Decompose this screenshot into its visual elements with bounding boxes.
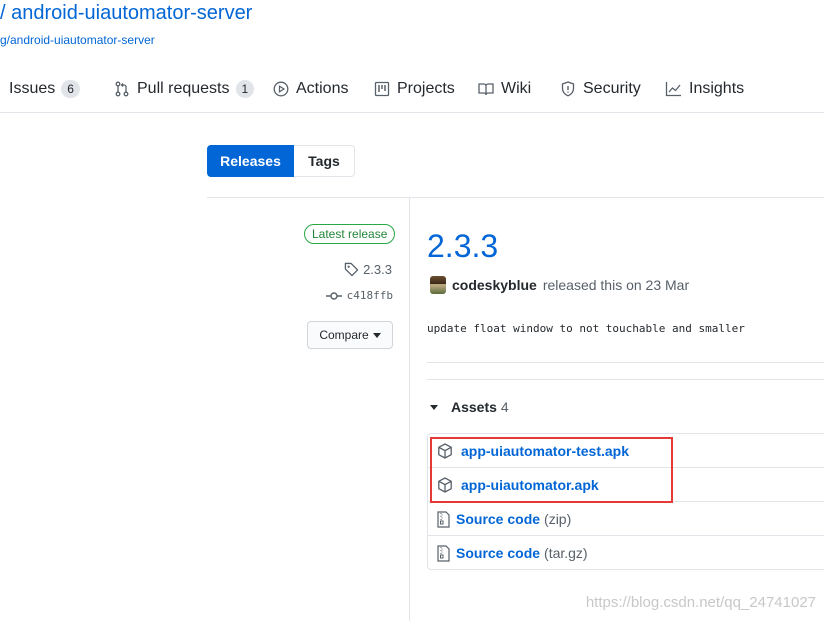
tab-pull-requests-label: Pull requests bbox=[137, 80, 230, 97]
git-pull-request-icon bbox=[115, 81, 129, 97]
source-code-link[interactable]: Source code bbox=[456, 511, 540, 527]
tag-icon bbox=[344, 262, 359, 277]
triangle-down-icon bbox=[372, 332, 381, 338]
release-divider-2 bbox=[427, 379, 824, 380]
tab-issues[interactable]: Issues 6 bbox=[0, 78, 80, 100]
graph-icon bbox=[665, 82, 681, 97]
nav-divider bbox=[0, 112, 824, 113]
list-item[interactable]: Source code (zip) bbox=[428, 502, 824, 536]
assets-toggle[interactable]: Assets 4 bbox=[430, 399, 509, 415]
tab-wiki[interactable]: Wiki bbox=[478, 78, 531, 100]
pulls-counter: 1 bbox=[235, 80, 255, 98]
watermark: https://blog.csdn.net/qq_24741027 bbox=[585, 594, 816, 611]
tab-pull-requests[interactable]: Pull requests 1 bbox=[114, 78, 255, 100]
project-icon bbox=[374, 81, 390, 97]
repo-title[interactable]: / android-uiautomator-server bbox=[0, 2, 252, 25]
shield-icon bbox=[561, 81, 575, 97]
assets-label: Assets bbox=[451, 399, 497, 415]
source-code-link[interactable]: Source code bbox=[456, 545, 540, 561]
path-separator: / bbox=[0, 2, 6, 24]
tab-actions[interactable]: Actions bbox=[273, 78, 348, 100]
source-format: (zip) bbox=[544, 511, 572, 527]
assets-count: 4 bbox=[500, 399, 509, 415]
source-format: (tar.gz) bbox=[544, 545, 588, 561]
tab-security[interactable]: Security bbox=[560, 78, 641, 100]
caret-down-icon bbox=[430, 404, 438, 410]
release-notes: update float window to not touchable and… bbox=[427, 322, 745, 335]
tab-wiki-label: Wiki bbox=[501, 80, 532, 97]
annotation-highlight-box bbox=[430, 437, 673, 503]
releases-tags-switch: Releases Tags bbox=[207, 145, 355, 177]
avatar[interactable] bbox=[430, 276, 446, 294]
file-zip-icon bbox=[437, 544, 450, 562]
commit-sha: c418ffb bbox=[346, 289, 393, 302]
repo-name-link[interactable]: android-uiautomator-server bbox=[11, 2, 252, 24]
tab-insights[interactable]: Insights bbox=[665, 78, 744, 100]
file-zip-icon bbox=[437, 510, 450, 528]
issues-counter: 6 bbox=[61, 80, 80, 98]
git-commit-icon bbox=[325, 291, 342, 300]
compare-label: Compare bbox=[319, 328, 369, 342]
tab-insights-label: Insights bbox=[689, 80, 745, 97]
release-divider bbox=[427, 362, 824, 363]
release-tag[interactable]: 2.3.3 bbox=[344, 262, 392, 277]
tab-projects[interactable]: Projects bbox=[374, 78, 455, 100]
tab-actions-label: Actions bbox=[296, 80, 349, 97]
play-icon bbox=[273, 81, 289, 97]
tags-button[interactable]: Tags bbox=[294, 145, 355, 177]
book-icon bbox=[478, 83, 494, 96]
releases-button[interactable]: Releases bbox=[207, 145, 294, 177]
release-title-link[interactable]: 2.3.3 bbox=[427, 228, 498, 265]
compare-button[interactable]: Compare bbox=[307, 321, 393, 349]
list-item[interactable]: Source code (tar.gz) bbox=[428, 536, 824, 570]
latest-release-badge: Latest release bbox=[304, 224, 396, 244]
release-tag-label: 2.3.3 bbox=[363, 262, 392, 277]
release-commit[interactable]: c418ffb bbox=[325, 289, 393, 302]
tab-issues-label: Issues bbox=[9, 80, 56, 97]
forked-from-link[interactable]: g/android-uiautomator-server bbox=[0, 33, 155, 47]
tab-security-label: Security bbox=[583, 80, 641, 97]
released-date-text: released this on 23 Mar bbox=[542, 277, 690, 293]
timeline-line bbox=[409, 198, 410, 621]
release-list-divider bbox=[207, 197, 824, 198]
tab-projects-label: Projects bbox=[397, 80, 455, 97]
author-link[interactable]: codeskyblue bbox=[452, 277, 537, 293]
release-byline: codeskyblue released this on 23 Mar bbox=[430, 276, 689, 294]
